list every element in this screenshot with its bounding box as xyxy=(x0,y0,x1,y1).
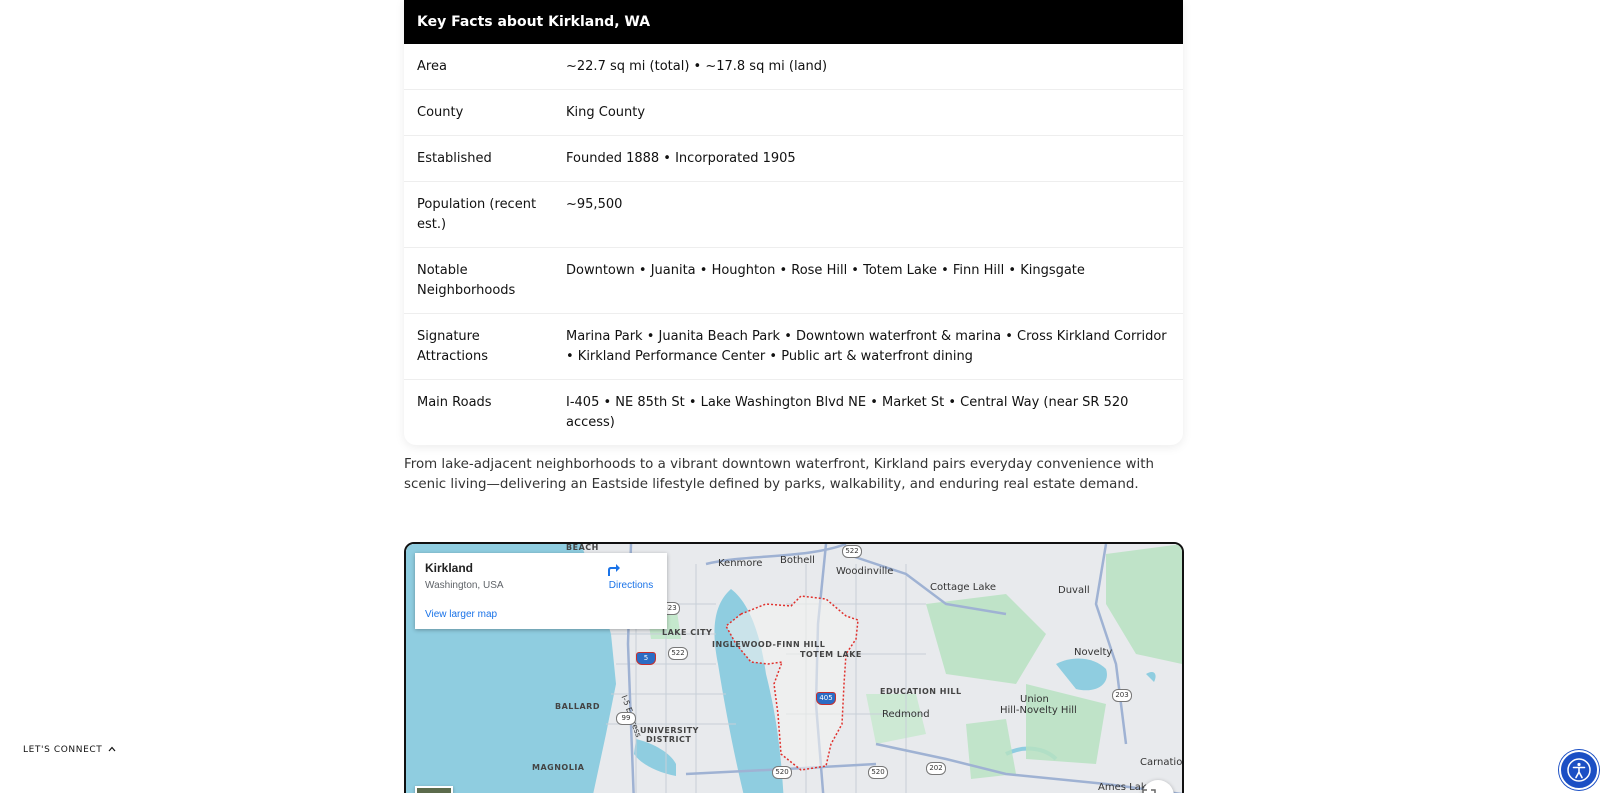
accessibility-icon xyxy=(1561,758,1597,792)
fact-value: King County xyxy=(560,89,1183,136)
fact-value: ~95,500 xyxy=(560,181,1183,248)
table-row: Main Roads I-405 • NE 85th St • Lake Was… xyxy=(404,380,1183,446)
route-shield: 203 xyxy=(1112,689,1132,702)
map-label-education-hill: EDUCATION HILL xyxy=(880,687,962,696)
fact-label: Signature Attractions xyxy=(404,313,560,380)
map-place-novelty: Novelty xyxy=(1074,647,1113,658)
chevron-up-icon xyxy=(108,745,116,755)
table-row: Population (recent est.) ~95,500 xyxy=(404,181,1183,248)
route-shield: 522 xyxy=(842,545,862,558)
route-shield: 520 xyxy=(772,766,792,779)
route-shield: 522 xyxy=(668,647,688,660)
map-label-university: UNIVERSITY xyxy=(640,726,699,735)
map-place-bothell: Bothell xyxy=(780,555,815,566)
interstate-shield: 5 xyxy=(636,652,656,665)
fact-label: Established xyxy=(404,135,560,182)
key-facts-title: Key Facts about Kirkland, WA xyxy=(404,0,1183,44)
map-place-subtitle: Washington, USA xyxy=(425,580,504,591)
map-place-carnation: Carnation xyxy=(1140,757,1184,768)
map-label-inglewood-finn-hill: INGLEWOOD-FINN HILL xyxy=(712,640,826,649)
interstate-shield: 405 xyxy=(816,692,836,705)
page: Key Facts about Kirkland, WA Area ~22.7 … xyxy=(0,0,1600,793)
fact-value: Marina Park • Juanita Beach Park • Downt… xyxy=(560,313,1183,380)
fact-value: Founded 1888 • Incorporated 1905 xyxy=(560,135,1183,182)
map-place-cottage-lake: Cottage Lake xyxy=(930,582,997,593)
accessibility-button[interactable] xyxy=(1559,750,1599,790)
table-row: Area ~22.7 sq mi (total) • ~17.8 sq mi (… xyxy=(404,44,1183,90)
map-label-totem-lake: TOTEM LAKE xyxy=(800,650,862,659)
lets-connect-label: LET'S CONNECT xyxy=(23,745,103,755)
map-label-magnolia: MAGNOLIA xyxy=(532,763,585,772)
directions-label: Directions xyxy=(608,580,654,591)
route-shield: 202 xyxy=(926,762,946,775)
table-row: Signature Attractions Marina Park • Juan… xyxy=(404,313,1183,380)
map-info-card: Kirkland Washington, USA View larger map… xyxy=(415,553,667,629)
key-facts-card: Key Facts about Kirkland, WA Area ~22.7 … xyxy=(404,0,1183,445)
lets-connect-toggle[interactable]: LET'S CONNECT xyxy=(23,745,116,755)
map-type-thumbnail[interactable] xyxy=(415,786,453,793)
key-facts-table: Area ~22.7 sq mi (total) • ~17.8 sq mi (… xyxy=(404,44,1183,445)
map-place-kenmore: Kenmore xyxy=(718,558,763,569)
map-place-duvall: Duvall xyxy=(1058,585,1090,596)
fact-label: Population (recent est.) xyxy=(404,181,560,248)
map-place-woodinville: Woodinville xyxy=(836,566,894,577)
fact-value: Downtown • Juanita • Houghton • Rose Hil… xyxy=(560,247,1183,314)
table-row: Established Founded 1888 • Incorporated … xyxy=(404,135,1183,182)
map-place-union: Union xyxy=(1020,694,1049,705)
map-place-hill-novelty-hill: Hill-Novelty Hill xyxy=(1000,705,1077,716)
fact-label: County xyxy=(404,89,560,136)
map-label-ballard: BALLARD xyxy=(555,702,600,711)
map-label-beach: BEACH xyxy=(566,543,599,552)
directions-icon xyxy=(605,562,657,578)
fact-value: I-405 • NE 85th St • Lake Washington Blv… xyxy=(566,395,1129,430)
map-place-title: Kirkland xyxy=(425,561,474,575)
map-label-lake-city: LAKE CITY xyxy=(662,628,713,637)
directions-button[interactable]: Directions xyxy=(605,562,657,591)
fact-label: Main Roads xyxy=(417,395,492,410)
map-embed[interactable]: BEACH LAKE CITY INGLEWOOD-FINN HILL TOTE… xyxy=(404,542,1184,793)
map-label-district: DISTRICT xyxy=(646,735,692,744)
fact-label: Area xyxy=(404,44,560,90)
route-shield: 99 xyxy=(616,712,636,725)
fact-value: ~22.7 sq mi (total) • ~17.8 sq mi (land) xyxy=(560,44,1183,90)
intro-paragraph: From lake-adjacent neighborhoods to a vi… xyxy=(404,457,1154,492)
fact-label: Notable Neighborhoods xyxy=(404,247,560,314)
table-row: Notable Neighborhoods Downtown • Juanita… xyxy=(404,247,1183,314)
table-row: County King County xyxy=(404,89,1183,136)
map-place-redmond: Redmond xyxy=(882,709,930,720)
view-larger-map-link[interactable]: View larger map xyxy=(425,609,497,620)
route-shield: 520 xyxy=(868,766,888,779)
